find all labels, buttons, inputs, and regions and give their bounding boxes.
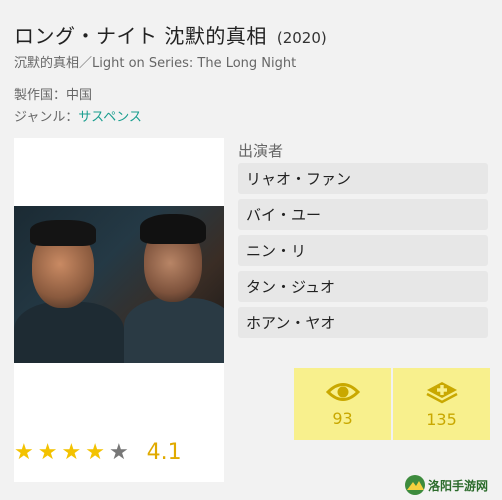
add-button[interactable]: 135 bbox=[393, 368, 490, 440]
genre-link[interactable]: サスペンス bbox=[78, 110, 142, 125]
movie-subtitle: 沉默的真相／Light on Series: The Long Night bbox=[14, 56, 297, 71]
title-row: ロング・ナイト 沈默的真相 (2020) bbox=[14, 20, 327, 49]
country-label: 製作国： bbox=[14, 88, 67, 103]
poster-card bbox=[14, 138, 224, 482]
country-value: 中国 bbox=[66, 88, 93, 103]
rating-value: 4.1 bbox=[146, 440, 182, 465]
add-to-list-icon bbox=[425, 381, 458, 403]
movie-year: (2020) bbox=[276, 29, 327, 47]
genre-label: ジャンル： bbox=[14, 110, 79, 125]
star-icon: ★ bbox=[14, 439, 34, 465]
watermark-text: 洛阳手游网 bbox=[428, 478, 488, 493]
cast-item[interactable]: ホアン・ヤオ bbox=[238, 307, 488, 338]
movie-title: ロング・ナイト 沈默的真相 bbox=[14, 24, 267, 48]
cast-item[interactable]: リャオ・ファン bbox=[238, 163, 488, 194]
cast-item[interactable]: タン・ジュオ bbox=[238, 271, 488, 302]
views-count: 93 bbox=[332, 408, 353, 428]
star-icon: ★ bbox=[37, 439, 58, 465]
genre-row: ジャンル：サスペンス bbox=[14, 106, 142, 125]
eye-icon bbox=[325, 382, 360, 401]
rating-row: ★ ★ ★ ★ ★ 4.1 bbox=[14, 440, 182, 465]
star-empty-icon: ★ bbox=[108, 439, 129, 465]
cast-list: リャオ・ファン バイ・ユー ニン・リ タン・ジュオ ホアン・ヤオ bbox=[238, 163, 488, 343]
adds-count: 135 bbox=[426, 409, 457, 429]
cast-item[interactable]: バイ・ユー bbox=[238, 199, 488, 230]
mountain-logo-icon bbox=[405, 475, 425, 495]
stats-panel: 93 135 bbox=[294, 368, 492, 440]
poster-image[interactable] bbox=[14, 206, 224, 363]
country-row: 製作国：中国 bbox=[14, 84, 92, 103]
watermark-logo: 洛阳手游网 bbox=[405, 475, 488, 495]
star-icon: ★ bbox=[85, 439, 105, 465]
cast-heading: 出演者 bbox=[238, 142, 284, 160]
star-icon: ★ bbox=[61, 439, 82, 465]
views-button[interactable]: 93 bbox=[294, 368, 391, 440]
cast-item[interactable]: ニン・リ bbox=[238, 235, 488, 266]
